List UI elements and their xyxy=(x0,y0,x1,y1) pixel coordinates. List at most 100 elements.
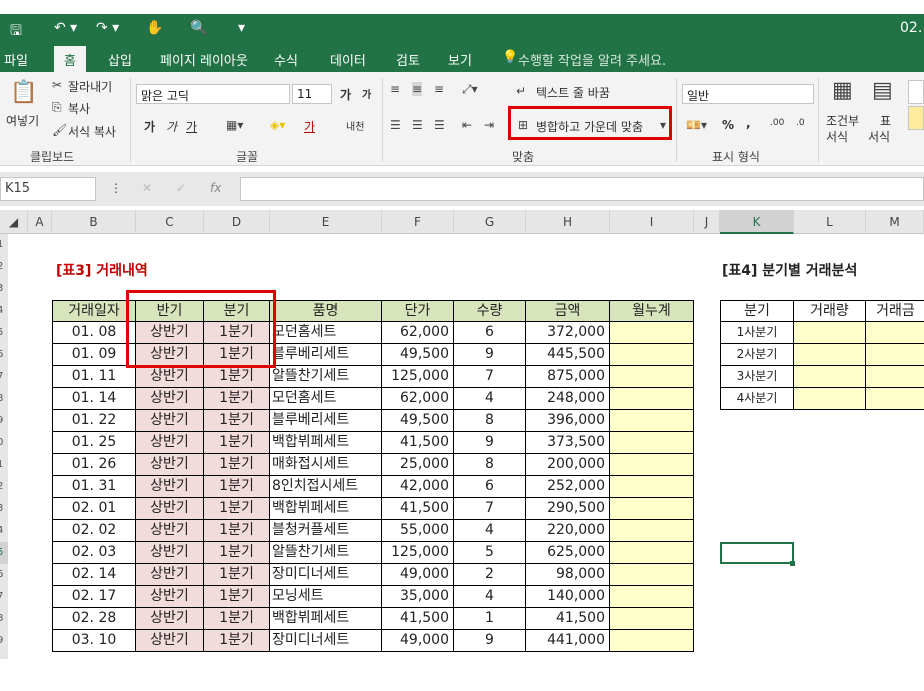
column-header[interactable]: I xyxy=(610,210,694,234)
align-middle-icon[interactable]: ≡ xyxy=(412,82,423,96)
table-cell[interactable]: 1분기 xyxy=(204,564,270,586)
border-icon[interactable]: ▦▾ xyxy=(226,118,243,132)
orientation-icon[interactable]: ⤢▾ xyxy=(462,82,478,97)
table-cell[interactable]: 441,000 xyxy=(526,630,610,652)
cell-style-preview[interactable] xyxy=(908,80,924,104)
table-cell[interactable]: 상반기 xyxy=(136,476,204,498)
table-cell[interactable]: 상반기 xyxy=(136,630,204,652)
table-cell[interactable] xyxy=(610,388,694,410)
table-cell[interactable]: 875,000 xyxy=(526,366,610,388)
column-header[interactable]: A xyxy=(28,210,52,234)
row-header[interactable]: 1 xyxy=(0,234,8,256)
tab-insert[interactable]: 삽입 xyxy=(108,50,132,69)
wrap-text-icon[interactable]: ↵ xyxy=(516,84,526,98)
table-cell[interactable]: 9 xyxy=(454,344,526,366)
table-cell[interactable]: 1분기 xyxy=(204,388,270,410)
table-cell[interactable]: 200,000 xyxy=(526,454,610,476)
select-all-corner[interactable]: ◢ xyxy=(0,210,28,234)
table-cell[interactable]: 49,000 xyxy=(382,630,454,652)
table-cell[interactable] xyxy=(610,498,694,520)
table-cell[interactable]: 1분기 xyxy=(204,630,270,652)
increase-decimal-button[interactable]: .00 xyxy=(770,118,784,128)
align-left-icon[interactable]: ☰ xyxy=(390,118,401,132)
fill-handle[interactable] xyxy=(790,561,795,566)
row-header[interactable]: 6 xyxy=(0,344,8,366)
table-cell[interactable]: 매화접시세트 xyxy=(270,454,382,476)
header-date[interactable]: 거래일자 xyxy=(52,300,136,322)
comma-button[interactable]: , xyxy=(746,116,751,130)
header-amount[interactable]: 금액 xyxy=(526,300,610,322)
table-cell[interactable]: 125,000 xyxy=(382,366,454,388)
cancel-icon[interactable]: ✕ xyxy=(142,181,152,195)
table-cell[interactable]: 49,500 xyxy=(382,344,454,366)
table-cell[interactable]: 2 xyxy=(454,564,526,586)
table-cell[interactable]: 01. 31 xyxy=(52,476,136,498)
table-cell[interactable]: 상반기 xyxy=(136,564,204,586)
table-cell[interactable]: 9 xyxy=(454,432,526,454)
cell-style-preview[interactable] xyxy=(908,106,924,130)
table-cell[interactable]: 4 xyxy=(454,388,526,410)
table4-cell[interactable] xyxy=(866,366,924,388)
table-cell[interactable] xyxy=(610,366,694,388)
paste-button[interactable]: 여넣기 xyxy=(6,112,39,129)
table-cell[interactable]: 상반기 xyxy=(136,542,204,564)
save-icon[interactable]: 🖫 xyxy=(10,20,22,44)
format-painter-button[interactable]: 서식 복사 xyxy=(68,123,116,140)
table-cell[interactable]: 블루베리세트 xyxy=(270,410,382,432)
table-cell[interactable]: 8 xyxy=(454,454,526,476)
enter-icon[interactable]: ✓ xyxy=(176,181,186,195)
customize-icon[interactable]: ▾ xyxy=(238,20,245,36)
column-header[interactable]: D xyxy=(204,210,270,234)
tab-data[interactable]: 데이터 xyxy=(330,50,366,69)
paste-icon[interactable]: 📋 xyxy=(10,80,37,105)
number-format-select[interactable]: 일반 xyxy=(682,84,814,104)
table-cell[interactable]: 02. 01 xyxy=(52,498,136,520)
fill-color-icon[interactable]: ◈▾ xyxy=(270,118,285,132)
table-cell[interactable]: 8 xyxy=(454,410,526,432)
table4-cell[interactable]: 3사분기 xyxy=(720,366,794,388)
table-cell[interactable]: 4 xyxy=(454,520,526,542)
table-cell[interactable]: 1분기 xyxy=(204,608,270,630)
decrease-indent-icon[interactable]: ⇤ xyxy=(462,118,472,132)
column-header[interactable]: G xyxy=(454,210,526,234)
percent-button[interactable]: % xyxy=(722,118,734,132)
table-cell[interactable]: 41,500 xyxy=(382,432,454,454)
table-cell[interactable]: 125,000 xyxy=(382,542,454,564)
table-cell[interactable]: 1분기 xyxy=(204,432,270,454)
table-cell[interactable]: 01. 09 xyxy=(52,344,136,366)
row-header[interactable]: 8 xyxy=(0,388,8,410)
format-as-table-button[interactable]: 표 xyxy=(880,112,891,129)
table-cell[interactable]: 상반기 xyxy=(136,586,204,608)
grow-font-button[interactable]: 가 xyxy=(340,86,351,103)
row-header[interactable]: 4 xyxy=(0,300,8,322)
row-header[interactable]: 7 xyxy=(0,366,8,388)
tab-file[interactable]: 파일 xyxy=(4,50,28,69)
redo-icon[interactable]: ↷ ▾ xyxy=(96,20,119,36)
table-cell[interactable] xyxy=(610,608,694,630)
table4-cell[interactable]: 1사분기 xyxy=(720,322,794,344)
table-cell[interactable]: 49,000 xyxy=(382,564,454,586)
table-cell[interactable]: 396,000 xyxy=(526,410,610,432)
cut-icon[interactable]: ✂ xyxy=(52,78,62,92)
table-cell[interactable]: 6 xyxy=(454,322,526,344)
table-cell[interactable]: 1분기 xyxy=(204,586,270,608)
table-cell[interactable] xyxy=(610,432,694,454)
table-cell[interactable]: 01. 11 xyxy=(52,366,136,388)
font-color-button[interactable]: 가 xyxy=(304,118,315,135)
table-cell[interactable]: 1분기 xyxy=(204,476,270,498)
copy-icon[interactable]: ⎘ xyxy=(52,100,62,115)
conditional-format-button[interactable]: 조건부 xyxy=(826,112,859,129)
table-cell[interactable]: 6 xyxy=(454,476,526,498)
align-top-icon[interactable]: ≡ xyxy=(390,82,400,96)
table-cell[interactable]: 7 xyxy=(454,366,526,388)
row-header[interactable]: 9 xyxy=(0,630,8,652)
table-cell[interactable]: 1분기 xyxy=(204,454,270,476)
table-cell[interactable]: 01. 22 xyxy=(52,410,136,432)
table-cell[interactable]: 장미디너세트 xyxy=(270,564,382,586)
header-cumulative[interactable]: 월누계 xyxy=(610,300,694,322)
increase-indent-icon[interactable]: ⇥ xyxy=(484,118,494,132)
insert-function-icon[interactable]: fx xyxy=(210,181,221,195)
table-cell[interactable]: 모닝세트 xyxy=(270,586,382,608)
row-header[interactable]: 2 xyxy=(0,476,8,498)
underline-button[interactable]: 가 xyxy=(186,118,197,135)
